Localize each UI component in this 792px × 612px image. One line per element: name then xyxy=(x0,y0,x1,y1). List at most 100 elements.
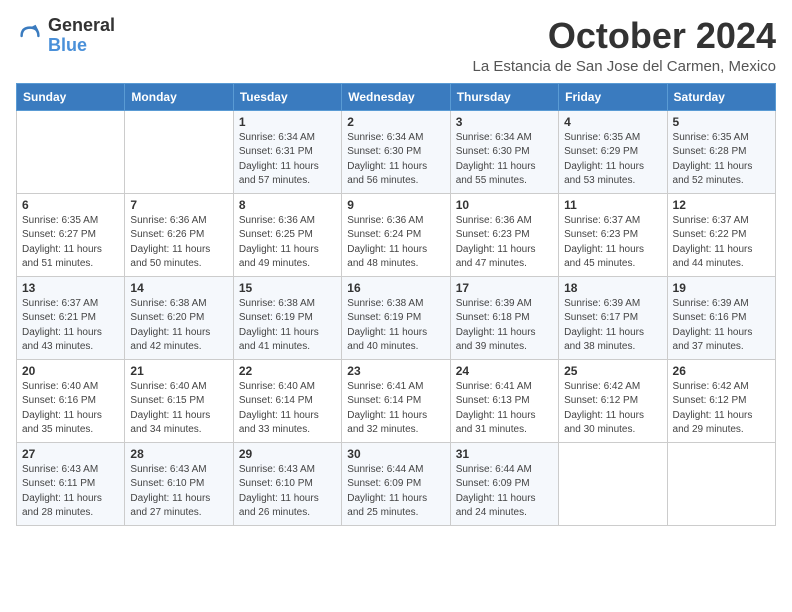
day-number: 22 xyxy=(239,364,336,378)
day-detail: Sunrise: 6:37 AM Sunset: 6:22 PM Dayligh… xyxy=(673,214,770,272)
logo-icon xyxy=(16,22,44,50)
calendar-cell: 23Sunrise: 6:41 AM Sunset: 6:14 PM Dayli… xyxy=(342,359,450,442)
calendar-week-1: 1Sunrise: 6:34 AM Sunset: 6:31 PM Daylig… xyxy=(17,110,776,193)
calendar-cell: 4 Sunrise: 6:35 AM Sunset: 6:29 PM Daylig… xyxy=(559,110,667,193)
day-number: 21 xyxy=(130,364,227,378)
day-number: 20 xyxy=(22,364,119,378)
day-number: 1 xyxy=(239,115,336,129)
calendar-cell: 17Sunrise: 6:39 AM Sunset: 6:18 PM Dayli… xyxy=(450,276,558,359)
day-number: 24 xyxy=(456,364,553,378)
day-detail: Sunrise: 6:38 AM Sunset: 6:20 PM Dayligh… xyxy=(130,297,227,355)
day-detail: Sunrise: 6:35 AM Sunset: 6:29 PM Dayligh… xyxy=(564,131,661,189)
day-number: 5 xyxy=(673,115,770,129)
day-detail: Sunrise: 6:39 AM Sunset: 6:16 PM Dayligh… xyxy=(673,297,770,355)
weekday-header-friday: Friday xyxy=(559,83,667,110)
day-detail: Sunrise: 6:34 AM Sunset: 6:30 PM Dayligh… xyxy=(456,131,553,189)
logo-blue-text: Blue xyxy=(48,35,87,55)
day-number: 16 xyxy=(347,281,444,295)
calendar-cell xyxy=(17,110,125,193)
calendar-cell: 2 Sunrise: 6:34 AM Sunset: 6:30 PM Daylig… xyxy=(342,110,450,193)
calendar-cell: 11Sunrise: 6:37 AM Sunset: 6:23 PM Dayli… xyxy=(559,193,667,276)
day-number: 9 xyxy=(347,198,444,212)
month-title: October 2024 xyxy=(473,16,777,56)
calendar-cell: 9 Sunrise: 6:36 AM Sunset: 6:24 PM Daylig… xyxy=(342,193,450,276)
calendar-cell: 16 Sunrise: 6:38 AM Sunset: 6:19 PM Dayli… xyxy=(342,276,450,359)
day-detail: Sunrise: 6:42 AM Sunset: 6:12 PM Dayligh… xyxy=(564,380,661,438)
calendar-cell: 27Sunrise: 6:43 AM Sunset: 6:11 PM Dayli… xyxy=(17,442,125,525)
calendar-table: SundayMondayTuesdayWednesdayThursdayFrid… xyxy=(16,83,776,526)
day-number: 2 xyxy=(347,115,444,129)
calendar-header: SundayMondayTuesdayWednesdayThursdayFrid… xyxy=(17,83,776,110)
calendar-cell: 1Sunrise: 6:34 AM Sunset: 6:31 PM Daylig… xyxy=(233,110,341,193)
day-number: 8 xyxy=(239,198,336,212)
calendar-cell: 7 Sunrise: 6:36 AM Sunset: 6:26 PM Daylig… xyxy=(125,193,233,276)
calendar-cell xyxy=(559,442,667,525)
day-detail: Sunrise: 6:36 AM Sunset: 6:26 PM Dayligh… xyxy=(130,214,227,272)
header: General Blue October 2024 La Estancia de… xyxy=(16,16,776,75)
calendar-cell: 3 Sunrise: 6:34 AM Sunset: 6:30 PM Daylig… xyxy=(450,110,558,193)
day-detail: Sunrise: 6:39 AM Sunset: 6:17 PM Dayligh… xyxy=(564,297,661,355)
calendar-cell: 26 Sunrise: 6:42 AM Sunset: 6:12 PM Dayli… xyxy=(667,359,775,442)
day-detail: Sunrise: 6:43 AM Sunset: 6:11 PM Dayligh… xyxy=(22,463,119,521)
day-number: 7 xyxy=(130,198,227,212)
day-detail: Sunrise: 6:42 AM Sunset: 6:12 PM Dayligh… xyxy=(673,380,770,438)
day-number: 3 xyxy=(456,115,553,129)
calendar-week-3: 13Sunrise: 6:37 AM Sunset: 6:21 PM Dayli… xyxy=(17,276,776,359)
day-detail: Sunrise: 6:34 AM Sunset: 6:30 PM Dayligh… xyxy=(347,131,444,189)
day-detail: Sunrise: 6:35 AM Sunset: 6:27 PM Dayligh… xyxy=(22,214,119,272)
day-number: 26 xyxy=(673,364,770,378)
calendar-week-4: 20 Sunrise: 6:40 AM Sunset: 6:16 PM Dayli… xyxy=(17,359,776,442)
day-number: 4 xyxy=(564,115,661,129)
weekday-header-monday: Monday xyxy=(125,83,233,110)
calendar-cell xyxy=(667,442,775,525)
calendar-cell: 28Sunrise: 6:43 AM Sunset: 6:10 PM Dayli… xyxy=(125,442,233,525)
calendar-cell: 6Sunrise: 6:35 AM Sunset: 6:27 PM Daylig… xyxy=(17,193,125,276)
calendar-cell: 19 Sunrise: 6:39 AM Sunset: 6:16 PM Dayli… xyxy=(667,276,775,359)
weekday-header-saturday: Saturday xyxy=(667,83,775,110)
title-block: October 2024 La Estancia de San Jose del… xyxy=(473,16,777,75)
calendar-cell: 8 Sunrise: 6:36 AM Sunset: 6:25 PM Daylig… xyxy=(233,193,341,276)
day-detail: Sunrise: 6:36 AM Sunset: 6:23 PM Dayligh… xyxy=(456,214,553,272)
calendar-cell: 18 Sunrise: 6:39 AM Sunset: 6:17 PM Dayli… xyxy=(559,276,667,359)
day-detail: Sunrise: 6:40 AM Sunset: 6:16 PM Dayligh… xyxy=(22,380,119,438)
calendar-cell: 10Sunrise: 6:36 AM Sunset: 6:23 PM Dayli… xyxy=(450,193,558,276)
day-number: 11 xyxy=(564,198,661,212)
calendar-cell: 5 Sunrise: 6:35 AM Sunset: 6:28 PM Daylig… xyxy=(667,110,775,193)
logo: General Blue xyxy=(16,16,115,56)
day-detail: Sunrise: 6:38 AM Sunset: 6:19 PM Dayligh… xyxy=(239,297,336,355)
calendar-cell: 15Sunrise: 6:38 AM Sunset: 6:19 PM Dayli… xyxy=(233,276,341,359)
weekday-header-tuesday: Tuesday xyxy=(233,83,341,110)
calendar-cell: 29Sunrise: 6:43 AM Sunset: 6:10 PM Dayli… xyxy=(233,442,341,525)
day-number: 23 xyxy=(347,364,444,378)
calendar-cell: 25 Sunrise: 6:42 AM Sunset: 6:12 PM Dayli… xyxy=(559,359,667,442)
weekday-header-sunday: Sunday xyxy=(17,83,125,110)
day-detail: Sunrise: 6:44 AM Sunset: 6:09 PM Dayligh… xyxy=(347,463,444,521)
day-detail: Sunrise: 6:41 AM Sunset: 6:13 PM Dayligh… xyxy=(456,380,553,438)
day-detail: Sunrise: 6:35 AM Sunset: 6:28 PM Dayligh… xyxy=(673,131,770,189)
calendar-week-5: 27Sunrise: 6:43 AM Sunset: 6:11 PM Dayli… xyxy=(17,442,776,525)
calendar-cell: 24 Sunrise: 6:41 AM Sunset: 6:13 PM Dayli… xyxy=(450,359,558,442)
day-number: 17 xyxy=(456,281,553,295)
day-number: 12 xyxy=(673,198,770,212)
day-number: 25 xyxy=(564,364,661,378)
weekday-header-wednesday: Wednesday xyxy=(342,83,450,110)
day-number: 18 xyxy=(564,281,661,295)
calendar-body: 1Sunrise: 6:34 AM Sunset: 6:31 PM Daylig… xyxy=(17,110,776,525)
day-number: 30 xyxy=(347,447,444,461)
weekday-header-row: SundayMondayTuesdayWednesdayThursdayFrid… xyxy=(17,83,776,110)
calendar-cell: 20 Sunrise: 6:40 AM Sunset: 6:16 PM Dayli… xyxy=(17,359,125,442)
day-number: 31 xyxy=(456,447,553,461)
calendar-cell: 22 Sunrise: 6:40 AM Sunset: 6:14 PM Dayli… xyxy=(233,359,341,442)
calendar-cell xyxy=(125,110,233,193)
day-detail: Sunrise: 6:40 AM Sunset: 6:14 PM Dayligh… xyxy=(239,380,336,438)
day-number: 19 xyxy=(673,281,770,295)
day-detail: Sunrise: 6:43 AM Sunset: 6:10 PM Dayligh… xyxy=(130,463,227,521)
day-detail: Sunrise: 6:38 AM Sunset: 6:19 PM Dayligh… xyxy=(347,297,444,355)
day-detail: Sunrise: 6:44 AM Sunset: 6:09 PM Dayligh… xyxy=(456,463,553,521)
day-detail: Sunrise: 6:36 AM Sunset: 6:25 PM Dayligh… xyxy=(239,214,336,272)
calendar-cell: 14 Sunrise: 6:38 AM Sunset: 6:20 PM Dayli… xyxy=(125,276,233,359)
weekday-header-thursday: Thursday xyxy=(450,83,558,110)
day-number: 14 xyxy=(130,281,227,295)
day-detail: Sunrise: 6:36 AM Sunset: 6:24 PM Dayligh… xyxy=(347,214,444,272)
calendar-week-2: 6Sunrise: 6:35 AM Sunset: 6:27 PM Daylig… xyxy=(17,193,776,276)
